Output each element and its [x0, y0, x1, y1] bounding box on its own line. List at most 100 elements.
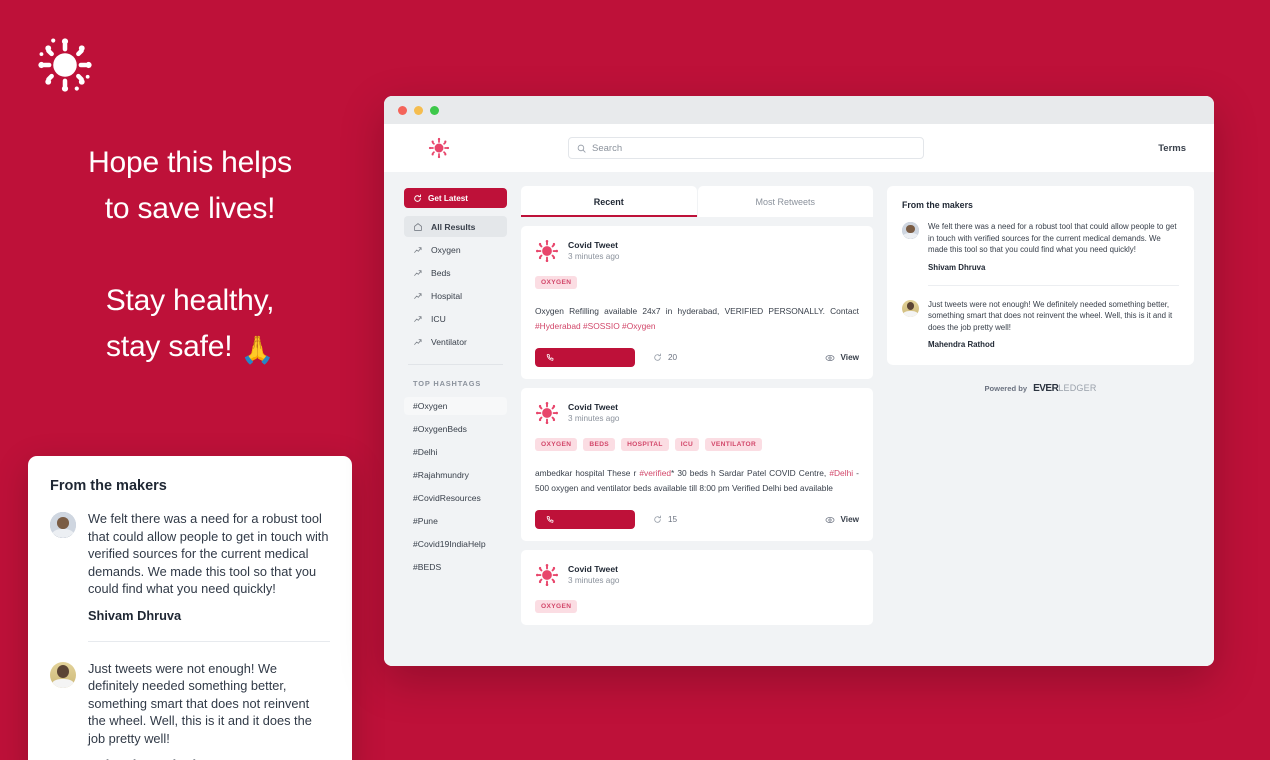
top-hashtags-title: TOP HASHTAGS: [413, 379, 482, 388]
hashtag-item-oxygenbeds[interactable]: #OxygenBeds: [404, 420, 507, 438]
maker-name: Shivam Dhruva: [928, 262, 986, 272]
hashtag-item-beds[interactable]: #BEDS: [404, 558, 507, 576]
app-header: Search Terms: [384, 124, 1214, 172]
sidebar-item-label: Oxygen: [431, 244, 461, 255]
search-placeholder: Search: [592, 142, 623, 154]
promo-spacer: [0, 232, 380, 278]
sidebar-item-ventilator[interactable]: Ventilator: [404, 331, 507, 352]
tag-pill[interactable]: OXYGEN: [535, 438, 578, 451]
avatar: [50, 512, 76, 538]
makers-card-title: From the makers: [50, 478, 167, 494]
sidebar-item-label: ICU: [431, 313, 446, 324]
trend-up-icon: [414, 338, 422, 345]
call-button[interactable]: [535, 348, 635, 367]
everledger-wordmark: LEDGER: [1058, 383, 1097, 393]
makers-floating-card: From the makers We felt there was a need…: [28, 456, 352, 760]
hashtag-item-delhi[interactable]: #Delhi: [404, 443, 507, 461]
everledger-mark: EVER: [1033, 383, 1059, 394]
tag-pill[interactable]: BEDS: [583, 438, 616, 451]
phone-icon: [546, 516, 554, 523]
promo-line-4-text: stay safe!: [106, 330, 233, 363]
divider: [88, 640, 330, 642]
tweet-header: Covid Tweet 3 minutes ago: [535, 563, 859, 587]
hashtag-item-covidresources[interactable]: #CovidResources: [404, 489, 507, 507]
close-icon[interactable]: [398, 105, 407, 115]
avatar: [902, 222, 919, 239]
coronavirus-icon: [535, 563, 559, 587]
sidebar-item-beds[interactable]: Beds: [404, 262, 507, 283]
promo-line-2: to save lives!: [104, 192, 276, 225]
window-titlebar: [384, 96, 1214, 124]
maker-name: Mahendra Rathod: [928, 340, 995, 349]
trend-up-icon: [414, 292, 422, 299]
tweet-body: Oxygen Refilling available 24x7 in hyder…: [535, 304, 859, 334]
tweet-actions: 15 View: [535, 510, 859, 529]
maker-quote: Just tweets were not enough! We definite…: [88, 660, 312, 746]
eye-icon: [826, 516, 835, 523]
right-column: From the makers We felt there was a need…: [887, 186, 1194, 666]
tweet-body-mid: * 30 beds h Sardar Patel COVID Centre,: [671, 468, 830, 478]
view-label: View: [840, 353, 859, 362]
maximize-icon[interactable]: [430, 105, 439, 115]
tag-pill[interactable]: OXYGEN: [535, 276, 578, 289]
maker-quote: We felt there was a need for a robust to…: [88, 511, 329, 596]
hashtag-item-rajahmundry[interactable]: #Rajahmundry: [404, 466, 507, 484]
sidebar-item-hospital[interactable]: Hospital: [404, 285, 507, 306]
feed-column: Recent Most Retweets Covid Tweet 3 minut…: [521, 186, 873, 666]
tab-recent[interactable]: Recent: [521, 186, 697, 217]
hashtag-item-oxygen[interactable]: #Oxygen: [404, 397, 507, 415]
sidebar-item-label: Ventilator: [431, 336, 467, 347]
tweet-card[interactable]: Covid Tweet 3 minutes ago OXYGEN: [521, 550, 873, 625]
tab-most-retweets[interactable]: Most Retweets: [697, 186, 873, 217]
sidebar-item-oxygen[interactable]: Oxygen: [404, 239, 507, 260]
app-body: Get Latest All Results Oxygen Beds Hospi…: [384, 172, 1214, 666]
maker-entry: Just tweets were not enough! We definite…: [50, 660, 330, 760]
maker-name: Shivam Dhruva: [88, 607, 182, 623]
tweet-header: Covid Tweet 3 minutes ago: [535, 401, 859, 425]
tweet-tags: OXYGEN: [535, 600, 859, 613]
coronavirus-icon: [535, 239, 559, 263]
get-latest-button[interactable]: Get Latest: [404, 188, 507, 208]
hashtag-item-pune[interactable]: #Pune: [404, 512, 507, 530]
tag-pill[interactable]: ICU: [674, 438, 700, 451]
get-latest-label: Get Latest: [428, 193, 469, 203]
promo-line-4: stay safe! 🙏: [0, 324, 380, 373]
hashtag-item-covid19indiahelp[interactable]: #Covid19IndiaHelp: [404, 535, 507, 553]
promo-headline: Hope this helps to save lives! Stay heal…: [0, 140, 380, 373]
powered-by-label: Powered by: [984, 384, 1028, 393]
maker-entry: We felt there was a need for a robust to…: [902, 221, 1179, 272]
retweet-icon: [654, 353, 661, 361]
sidebar-item-all-results[interactable]: All Results: [404, 216, 507, 237]
tweet-tags: OXYGEN: [535, 276, 859, 289]
tag-pill[interactable]: HOSPITAL: [621, 438, 669, 451]
search-icon: [577, 144, 586, 153]
powered-by: Powered by EVER LEDGER: [887, 383, 1194, 394]
view-button[interactable]: View: [825, 515, 859, 525]
call-button[interactable]: [535, 510, 635, 529]
search-input[interactable]: Search: [568, 137, 924, 159]
sidebar-item-icu[interactable]: ICU: [404, 308, 507, 329]
trend-up-icon: [414, 269, 422, 276]
retweet-stat[interactable]: 15: [653, 515, 677, 524]
sidebar-item-label: All Results: [431, 221, 476, 232]
retweet-stat[interactable]: 20: [653, 353, 677, 362]
sidebar: Get Latest All Results Oxygen Beds Hospi…: [404, 186, 507, 666]
refresh-icon: [414, 193, 422, 202]
retweet-count: 15: [668, 515, 678, 524]
trend-up-icon: [414, 315, 422, 322]
tweet-card[interactable]: Covid Tweet 3 minutes ago OXYGEN Oxygen …: [521, 226, 873, 379]
view-button[interactable]: View: [825, 353, 859, 363]
search-container: Search: [568, 137, 924, 159]
tweet-card[interactable]: Covid Tweet 3 minutes ago OXYGEN BEDS HO…: [521, 388, 873, 541]
maker-entry: Just tweets were not enough! We definite…: [902, 299, 1179, 349]
maker-entry: We felt there was a need for a robust to…: [50, 510, 330, 623]
coronavirus-icon: [38, 38, 92, 92]
sidebar-nav: All Results Oxygen Beds Hospital ICU Ven…: [404, 216, 507, 352]
feed-tabs: Recent Most Retweets: [521, 186, 873, 217]
tweet-tags: OXYGEN BEDS HOSPITAL ICU VENTILATOR: [535, 438, 859, 451]
tweet-author: Covid Tweet: [568, 402, 618, 412]
tag-pill[interactable]: OXYGEN: [535, 600, 578, 613]
minimize-icon[interactable]: [414, 105, 423, 115]
tag-pill[interactable]: VENTILATOR: [705, 438, 763, 451]
terms-link[interactable]: Terms: [1158, 143, 1186, 154]
